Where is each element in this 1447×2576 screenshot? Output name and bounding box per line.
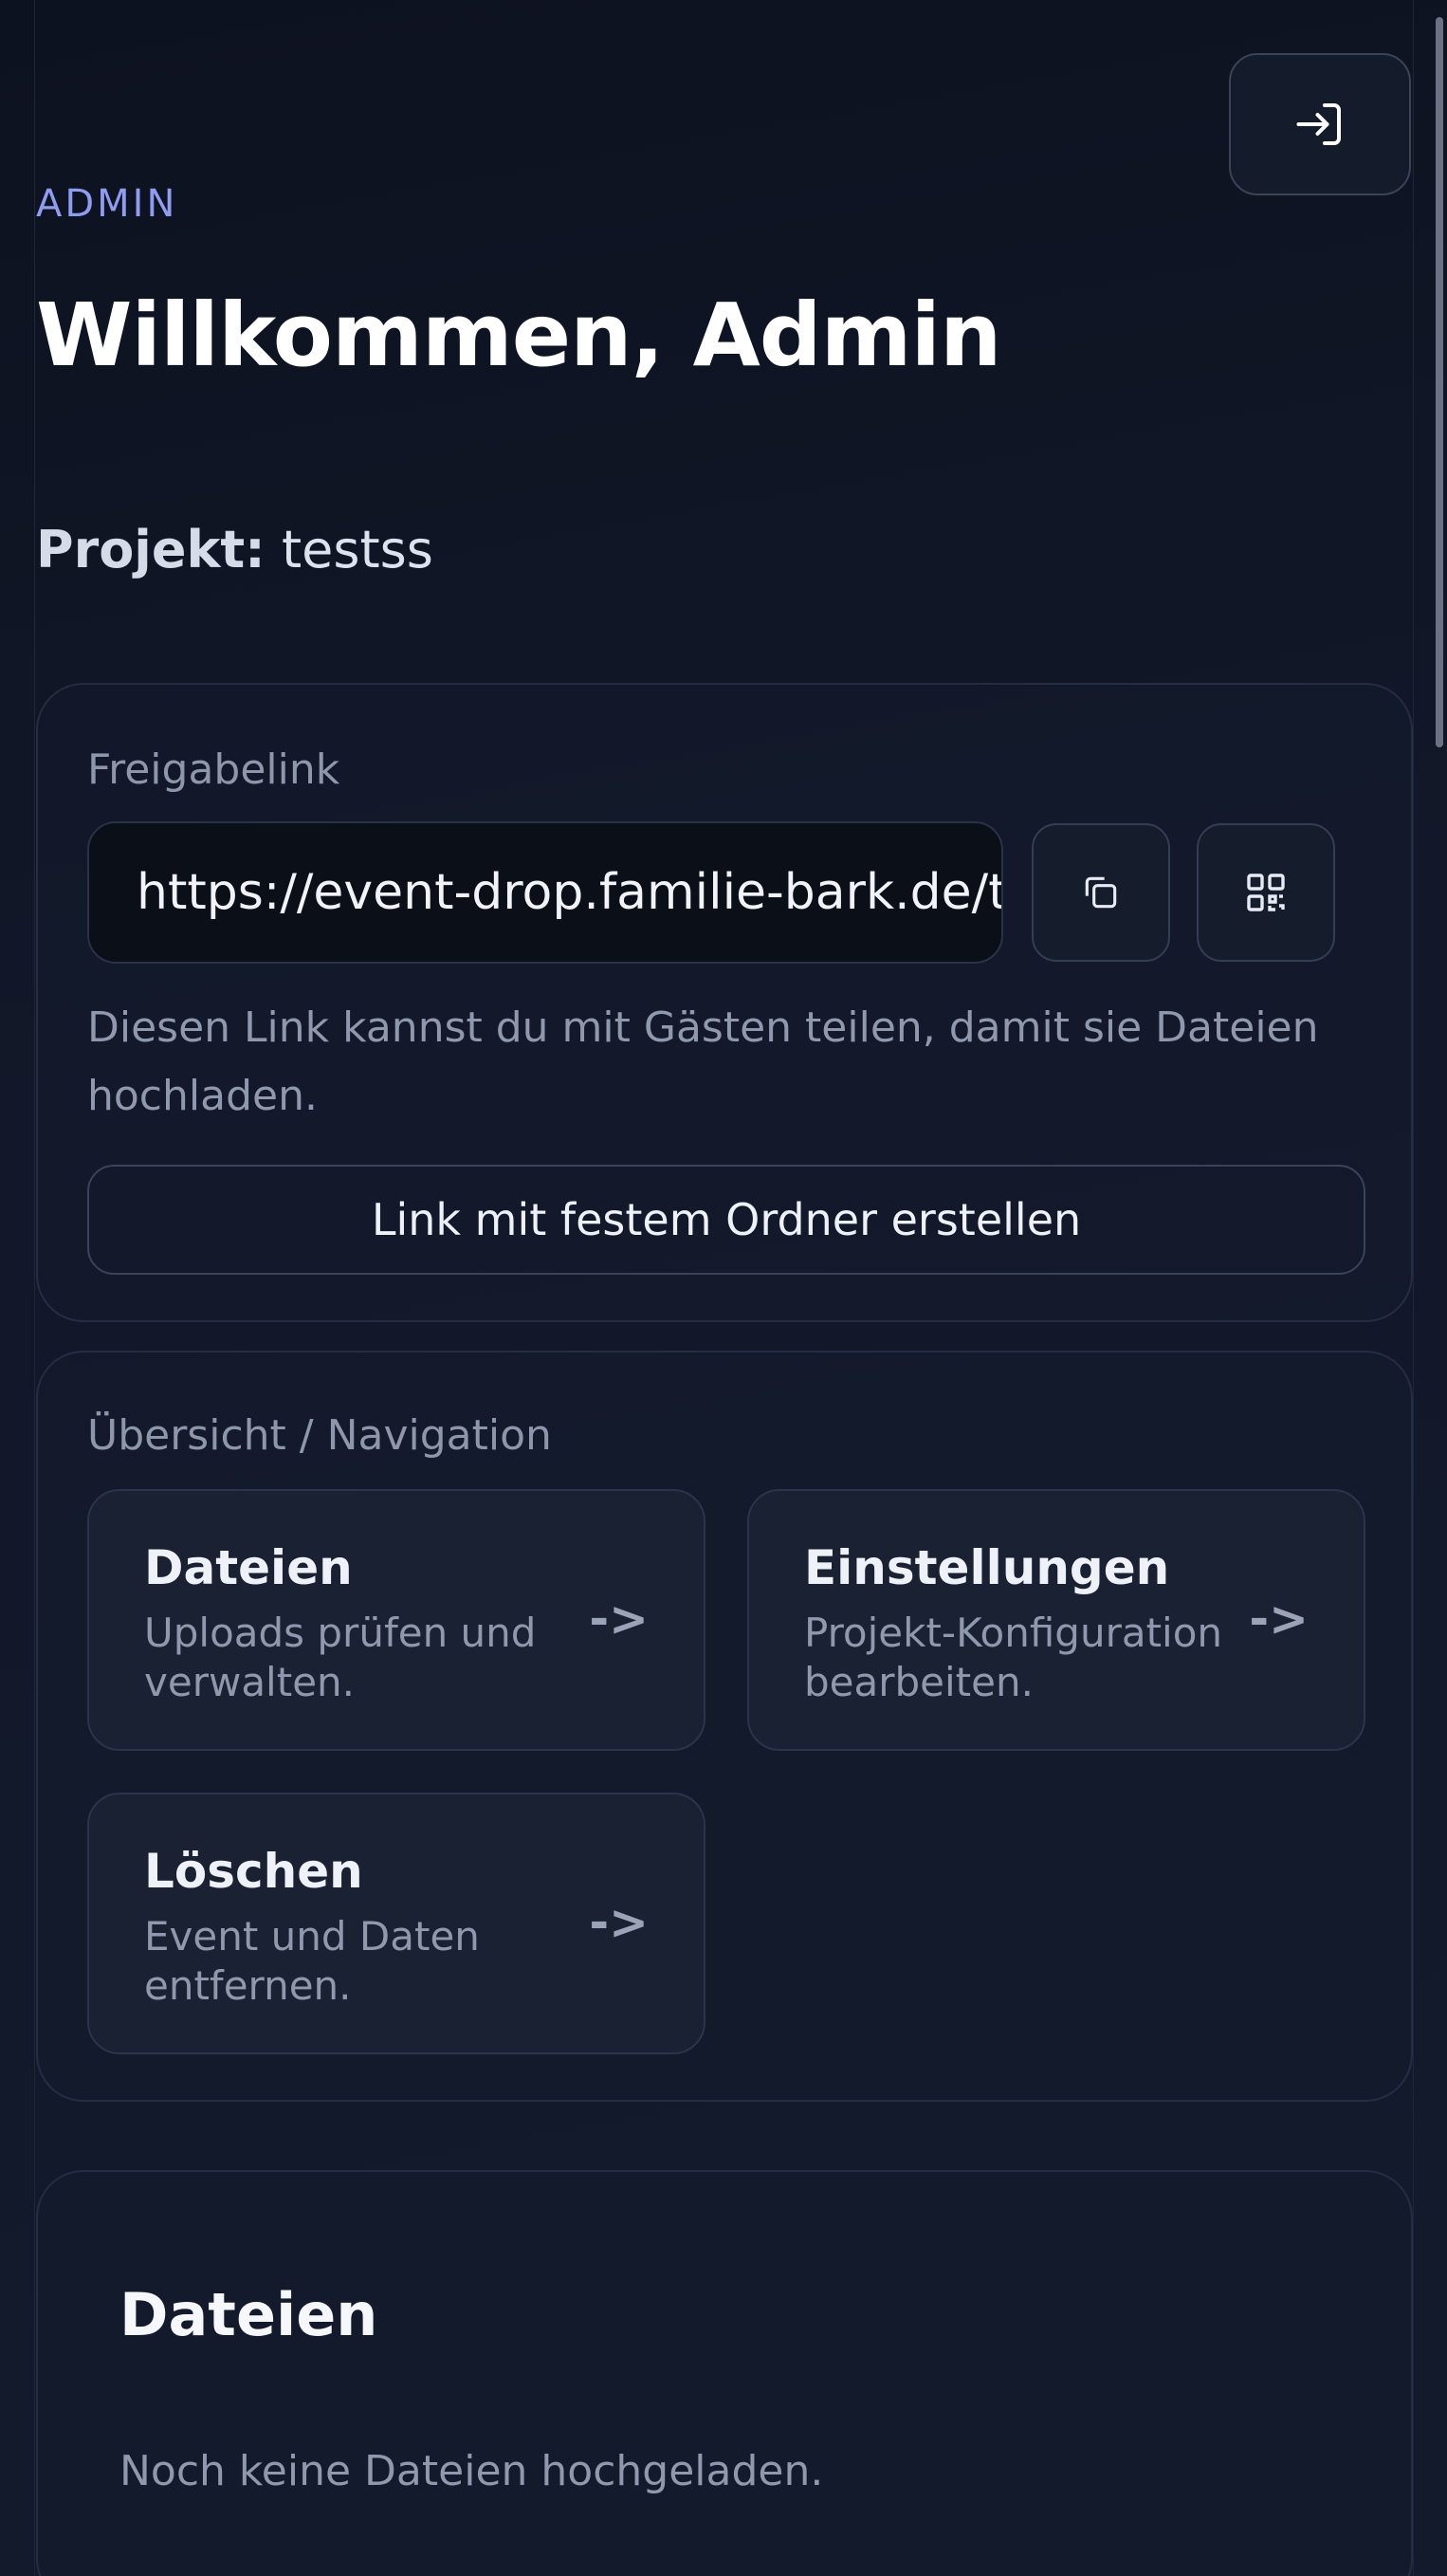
files-card: Dateien Noch keine Dateien hochgeladen. (36, 2170, 1413, 2576)
share-link-field[interactable]: https://event-drop.familie-bark.de/tests… (87, 821, 1003, 964)
project-label: Projekt: (36, 520, 266, 580)
frame-line-right (1413, 0, 1414, 2576)
arrow-right-icon: -> (589, 1895, 649, 1950)
page-title: Willkommen, Admin (36, 285, 1002, 386)
frame-line-left (34, 0, 35, 2576)
nav-tile-title: Löschen (144, 1844, 363, 1899)
nav-tile-files[interactable]: Dateien Uploads prüfen und verwalten. -> (87, 1489, 705, 1751)
nav-tile-title: Einstellungen (804, 1540, 1170, 1595)
copy-icon (1085, 876, 1117, 909)
navigation-card: Übersicht / Navigation Dateien Uploads p… (36, 1351, 1413, 2102)
qr-code-button[interactable] (1197, 823, 1335, 962)
project-name: testss (281, 520, 433, 580)
project-line: Projekt: testss (36, 520, 433, 580)
scrollbar[interactable] (1436, 17, 1443, 747)
arrow-right-icon: -> (1249, 1592, 1309, 1647)
share-link-label: Freigabelink (87, 745, 340, 794)
create-fixed-folder-link-button[interactable]: Link mit festem Ordner erstellen (87, 1165, 1365, 1275)
share-link-hint: Diesen Link kannst du mit Gästen teilen,… (87, 1003, 1319, 1120)
files-empty-state: Noch keine Dateien hochgeladen. (119, 2447, 824, 2495)
files-heading: Dateien (119, 2280, 378, 2349)
share-link-card: Freigabelink https://event-drop.familie-… (36, 683, 1413, 1322)
nav-tile-title: Dateien (144, 1540, 353, 1595)
copy-link-button[interactable] (1032, 823, 1170, 962)
nav-tile-description: Event und Daten entfernen. (144, 1913, 480, 2009)
logout-button[interactable] (1229, 53, 1411, 195)
role-eyebrow: ADMIN (36, 182, 178, 226)
arrow-right-icon: -> (589, 1592, 649, 1647)
logout-icon (1296, 103, 1341, 145)
nav-tile-description: Projekt-Konfiguration bearbeiten. (804, 1610, 1223, 1705)
nav-tile-description: Uploads prüfen und verwalten. (144, 1610, 537, 1705)
nav-tile-delete[interactable]: Löschen Event und Daten entfernen. -> (87, 1793, 705, 2054)
nav-tile-settings[interactable]: Einstellungen Projekt-Konfiguration bear… (747, 1489, 1365, 1751)
navigation-label: Übersicht / Navigation (87, 1411, 552, 1460)
qr-code-icon (1247, 874, 1285, 911)
